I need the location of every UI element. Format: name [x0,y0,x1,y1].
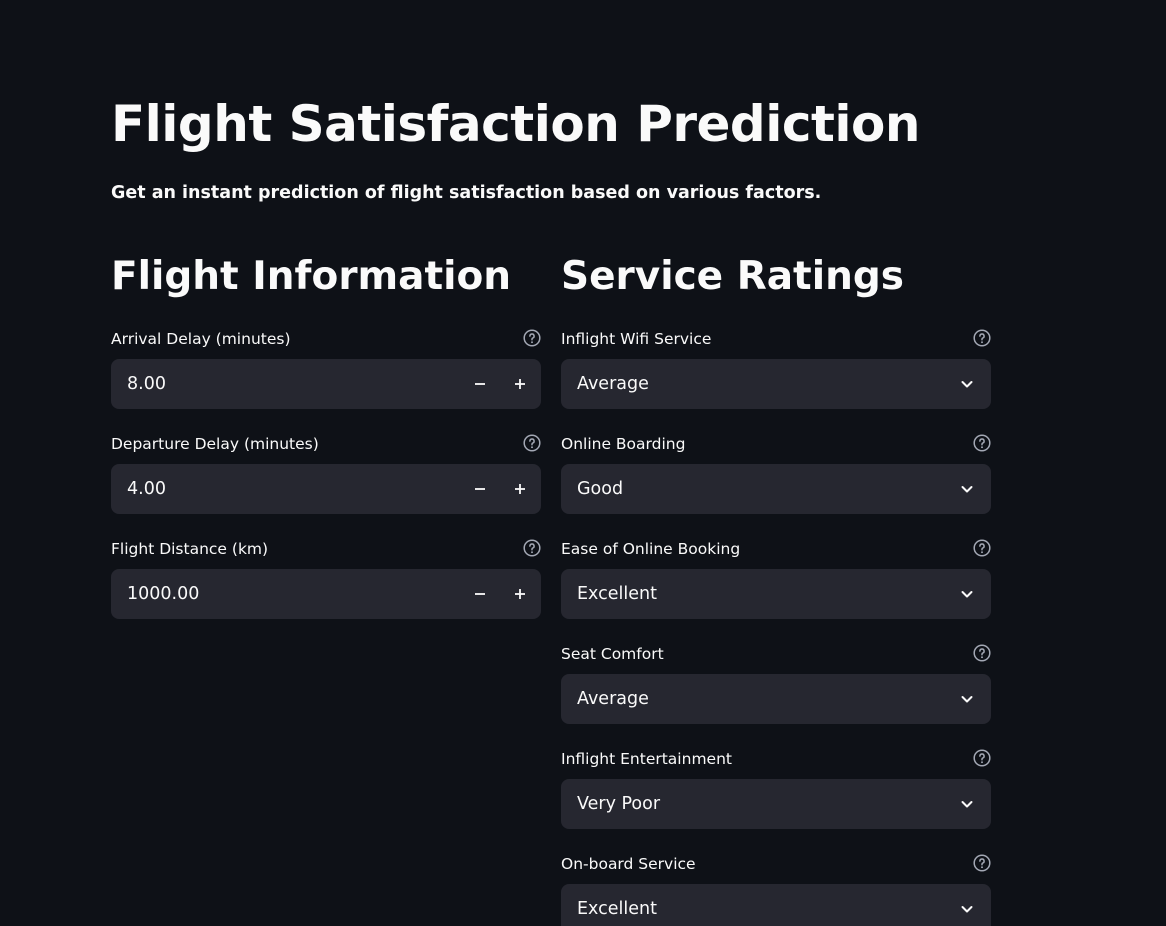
flight-distance-input[interactable]: 1000.00 [111,569,541,619]
question-circle-icon[interactable] [973,644,991,662]
seat-comfort-field: Seat Comfort Average [561,643,991,733]
on-board-service-field: On-board Service Excellent [561,853,991,926]
arrival-delay-decrement-button[interactable] [460,359,500,409]
ease-of-online-booking-label: Ease of Online Booking [561,540,741,558]
seat-comfort-selected-value: Average [577,689,649,709]
question-circle-icon[interactable] [523,329,541,347]
question-circle-icon[interactable] [973,749,991,767]
departure-delay-decrement-button[interactable] [460,464,500,514]
minus-icon [475,488,485,490]
question-circle-icon[interactable] [973,329,991,347]
inflight-wifi-field: Inflight Wifi Service Average [561,328,991,418]
inflight-entertainment-field: Inflight Entertainment Very Poor [561,748,991,838]
on-board-service-label: On-board Service [561,855,696,873]
online-boarding-select[interactable]: Good [561,464,991,514]
seat-comfort-label: Seat Comfort [561,645,664,663]
ease-of-online-booking-selected-value: Excellent [577,584,657,604]
flight-distance-label: Flight Distance (km) [111,540,269,558]
departure-delay-increment-button[interactable] [500,464,540,514]
inflight-entertainment-select[interactable]: Very Poor [561,779,991,829]
inflight-entertainment-selected-value: Very Poor [577,794,661,814]
on-board-service-selected-value: Excellent [577,899,657,919]
departure-delay-field: Departure Delay (minutes) 4.00 [111,433,541,523]
arrival-delay-field: Arrival Delay (minutes) 8.00 [111,328,541,418]
inflight-wifi-select[interactable]: Average [561,359,991,409]
app-page: Flight Satisfaction Prediction Get an in… [0,0,1166,926]
flight-distance-increment-button[interactable] [500,569,540,619]
on-board-service-select[interactable]: Excellent [561,884,991,926]
ease-of-online-booking-select[interactable]: Excellent [561,569,991,619]
page-title: Flight Satisfaction Prediction [111,95,920,153]
departure-delay-value[interactable]: 4.00 [127,464,166,514]
inflight-wifi-selected-value: Average [577,374,649,394]
flight-distance-value[interactable]: 1000.00 [127,569,199,619]
chevron-down-icon[interactable] [959,796,975,812]
minus-icon [475,593,485,595]
flight-distance-field: Flight Distance (km) 1000.00 [111,538,541,628]
chevron-down-icon[interactable] [959,481,975,497]
arrival-delay-input[interactable]: 8.00 [111,359,541,409]
flight-information-heading: Flight Information [111,254,512,299]
arrival-delay-label: Arrival Delay (minutes) [111,330,291,348]
inflight-wifi-label: Inflight Wifi Service [561,330,712,348]
chevron-down-icon[interactable] [959,691,975,707]
departure-delay-input[interactable]: 4.00 [111,464,541,514]
question-circle-icon[interactable] [973,434,991,452]
chevron-down-icon[interactable] [959,376,975,392]
chevron-down-icon[interactable] [959,901,975,917]
arrival-delay-increment-button[interactable] [500,359,540,409]
online-boarding-field: Online Boarding Good [561,433,991,523]
ease-of-online-booking-field: Ease of Online Booking Excellent [561,538,991,628]
question-circle-icon[interactable] [523,539,541,557]
plus-icon [515,484,525,494]
chevron-down-icon[interactable] [959,586,975,602]
flight-distance-decrement-button[interactable] [460,569,500,619]
question-circle-icon[interactable] [973,539,991,557]
arrival-delay-value[interactable]: 8.00 [127,359,166,409]
service-ratings-heading: Service Ratings [561,254,904,299]
online-boarding-label: Online Boarding [561,435,686,453]
plus-icon [515,589,525,599]
minus-icon [475,383,485,385]
departure-delay-label: Departure Delay (minutes) [111,435,319,453]
page-subtitle: Get an instant prediction of flight sati… [111,183,822,203]
inflight-entertainment-label: Inflight Entertainment [561,750,732,768]
plus-icon [515,379,525,389]
question-circle-icon[interactable] [973,854,991,872]
question-circle-icon[interactable] [523,434,541,452]
online-boarding-selected-value: Good [577,479,624,499]
seat-comfort-select[interactable]: Average [561,674,991,724]
